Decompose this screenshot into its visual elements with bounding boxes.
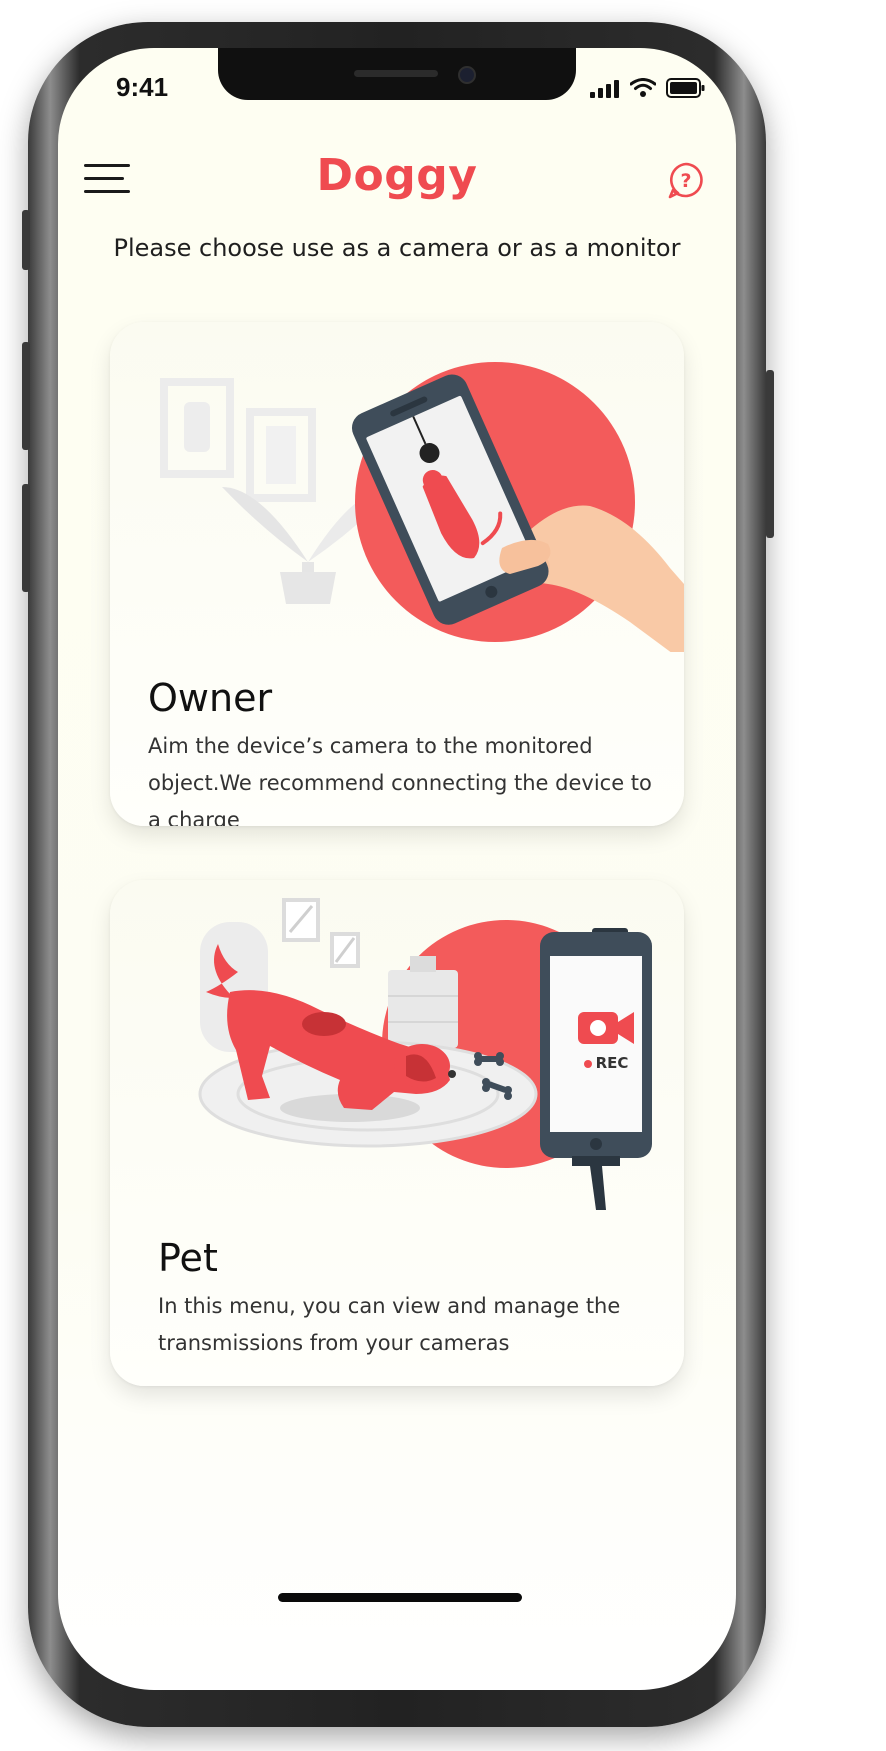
rec-dot [583,1059,592,1068]
help-icon[interactable]: ? [666,160,706,200]
owner-card-title: Owner [148,676,273,720]
notch [218,48,576,100]
front-camera [458,66,476,84]
side-button-volume-down [22,484,30,592]
record-icon [578,1012,634,1044]
battery-icon [666,78,705,98]
signal-icon [590,80,619,98]
owner-illustration [160,362,684,652]
svg-text:?: ? [680,170,691,192]
rec-label: REC [595,1054,629,1072]
side-button-volume-up [22,342,30,450]
record-indicator: REC [550,1008,662,1098]
status-time: 9:41 [116,72,169,102]
speaker [354,70,438,77]
app-header: Doggy ? [58,148,736,208]
status-icons [590,78,706,98]
page-subtitle: Please choose use as a camera or as a mo… [113,234,681,262]
phone-screen: 9:41 Doggy ? Please choose use as a came… [58,48,736,1690]
pet-card[interactable]: REC Pet In this menu, you can view and m… [110,880,684,1386]
pet-card-description: In this menu, you can view and manage th… [158,1294,621,1355]
side-button-power [766,370,774,538]
app-title: Doggy [316,150,478,201]
side-button-silent [22,210,30,270]
home-indicator[interactable] [278,1593,522,1602]
wifi-icon [630,78,656,97]
pet-card-title: Pet [158,1236,218,1280]
owner-card[interactable]: Owner Aim the device’s camera to the mon… [110,322,684,826]
owner-card-description: Aim the device’s camera to the monitored… [148,734,652,826]
